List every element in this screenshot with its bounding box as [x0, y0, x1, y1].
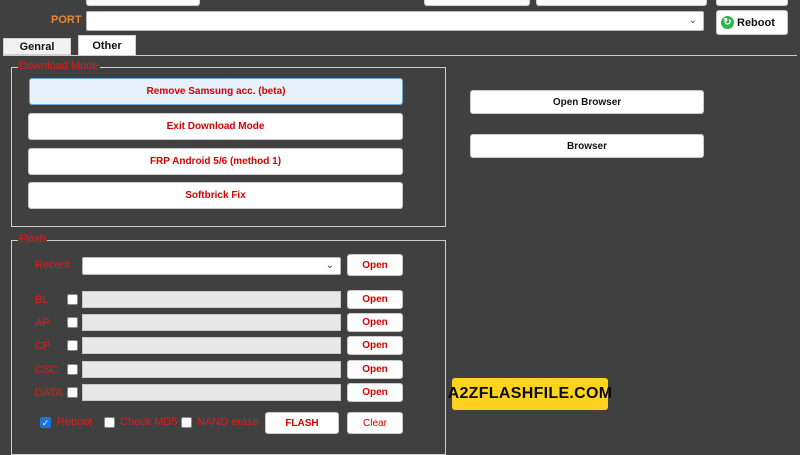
ap-path-field[interactable]: [82, 314, 341, 331]
bl-open-label: Open: [362, 294, 388, 305]
ap-open-label: Open: [362, 317, 388, 328]
check-md5-checkbox[interactable]: [104, 417, 115, 428]
remove-samsung-account-label: Remove Samsung acc. (beta): [146, 86, 286, 97]
cp-checkbox[interactable]: [67, 340, 78, 351]
cp-open-button[interactable]: Open: [347, 336, 403, 355]
csc-open-button[interactable]: Open: [347, 360, 403, 379]
browser-button[interactable]: Browser: [470, 134, 704, 158]
frp-android-label: FRP Android 5/6 (method 1): [149, 156, 282, 167]
tab-other-label: Other: [92, 39, 122, 52]
data-checkbox[interactable]: [67, 387, 78, 398]
chevron-down-icon: ⌄: [688, 14, 697, 26]
reboot-button[interactable]: ↻ Reboot: [716, 10, 788, 35]
ap-label: AP: [35, 317, 50, 329]
clear-button[interactable]: Clear: [347, 412, 403, 434]
check-md5-label: Check MD5: [120, 416, 178, 428]
exit-download-mode-button[interactable]: Exit Download Mode: [28, 113, 403, 140]
bl-open-button[interactable]: Open: [347, 290, 403, 309]
recent-open-button[interactable]: Open: [347, 254, 403, 276]
ap-checkbox[interactable]: [67, 317, 78, 328]
recent-open-label: Open: [362, 259, 388, 271]
port-label: PORT: [51, 14, 82, 26]
tab-genral-label: Genral: [19, 40, 55, 53]
browser-label: Browser: [566, 140, 607, 152]
data-open-button[interactable]: Open: [347, 383, 403, 402]
reboot-option-checkbox[interactable]: ✓: [40, 417, 51, 428]
csc-open-label: Open: [362, 364, 388, 375]
chevron-down-icon: ⌄: [325, 259, 334, 271]
nand-erase-checkbox[interactable]: [181, 417, 192, 428]
remove-samsung-account-button[interactable]: Remove Samsung acc. (beta): [29, 78, 403, 105]
csc-label: CSC: [35, 364, 59, 376]
watermark-banner: A2ZFLASHFILE.COM: [448, 378, 612, 410]
bl-checkbox[interactable]: [67, 294, 78, 305]
bl-path-field[interactable]: [82, 291, 341, 308]
top-toolbar-button-4[interactable]: [716, 0, 788, 6]
open-browser-button[interactable]: Open Browser: [470, 90, 704, 114]
port-select[interactable]: ⌄: [86, 11, 704, 31]
top-toolbar-button-3[interactable]: [536, 0, 707, 6]
flash-button-label: FLASH: [285, 417, 319, 429]
csc-checkbox[interactable]: [67, 364, 78, 375]
watermark-text: A2ZFLASHFILE.COM: [447, 385, 613, 402]
tab-strip-divider: [3, 55, 797, 56]
flash-legend: Flash: [18, 233, 47, 245]
tab-genral[interactable]: Genral: [3, 38, 71, 55]
frp-android-button[interactable]: FRP Android 5/6 (method 1): [28, 148, 403, 175]
bl-label: BL: [35, 294, 49, 306]
top-toolbar-button-2[interactable]: [424, 0, 530, 6]
reboot-option-label: Reboot: [57, 416, 93, 428]
softbrick-fix-label: Softbrick Fix: [185, 190, 246, 201]
cp-path-field[interactable]: [82, 337, 341, 354]
recent-select[interactable]: ⌄: [82, 257, 341, 275]
flash-button[interactable]: FLASH: [265, 412, 339, 434]
softbrick-fix-button[interactable]: Softbrick Fix: [28, 182, 403, 209]
open-browser-label: Open Browser: [552, 96, 622, 108]
check-icon: ✓: [41, 418, 50, 428]
nand-erase-label: NAND erase: [197, 416, 259, 428]
recent-label: Recent: [35, 259, 70, 271]
ap-open-button[interactable]: Open: [347, 313, 403, 332]
data-open-label: Open: [362, 387, 388, 398]
refresh-icon: ↻: [721, 16, 734, 29]
data-path-field[interactable]: [82, 384, 341, 401]
cp-label: CP: [35, 340, 51, 352]
exit-download-mode-label: Exit Download Mode: [166, 121, 265, 132]
csc-path-field[interactable]: [82, 361, 341, 378]
top-toolbar-button-1[interactable]: [86, 0, 200, 6]
tab-other[interactable]: Other: [78, 35, 136, 55]
download-mode-legend: Download Mode: [18, 60, 100, 72]
clear-button-label: Clear: [363, 417, 387, 429]
cp-open-label: Open: [362, 340, 388, 351]
data-label: DATA: [35, 387, 63, 399]
reboot-button-label: Reboot: [737, 16, 775, 29]
